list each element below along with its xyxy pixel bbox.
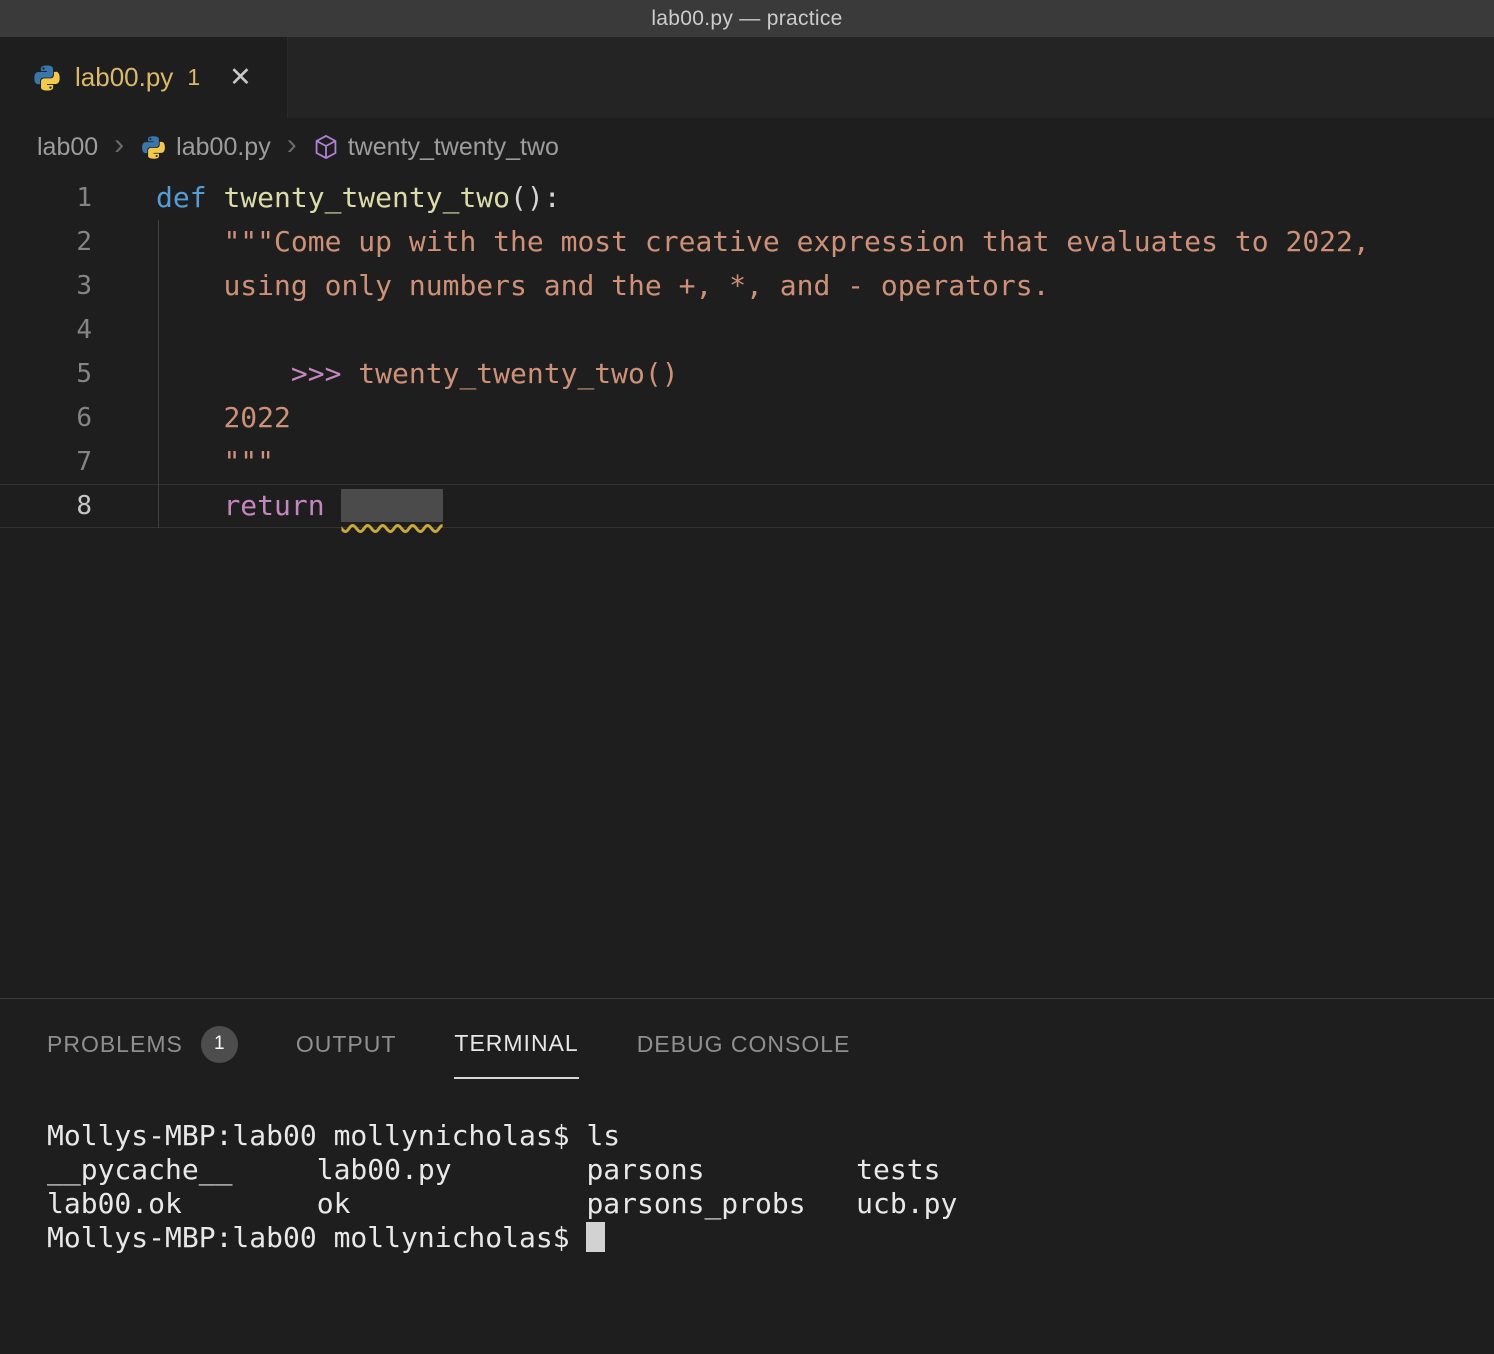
token-string: """Come up with the most creative expres…	[223, 225, 1369, 258]
editor-tab-lab00[interactable]: lab00.py 1 ✕	[0, 37, 288, 118]
line-number[interactable]: 7	[0, 440, 92, 484]
line-number[interactable]: 6	[0, 396, 92, 440]
token-string: using only numbers and the +, *, and - o…	[223, 269, 1049, 302]
line-number[interactable]: 1	[0, 176, 92, 220]
python-icon	[140, 134, 167, 161]
chevron-right-icon: ›	[287, 130, 297, 160]
tab-problem-count: 1	[187, 64, 200, 91]
terminal-label: TERMINAL	[454, 1030, 578, 1057]
breadcrumb-symbol[interactable]: twenty_twenty_two	[348, 133, 559, 162]
blank-placeholder: ______	[341, 489, 442, 522]
code-text: 2022	[156, 396, 291, 440]
code-line[interactable]: 1 def twenty_twenty_two():	[0, 176, 1494, 220]
token-punct: ():	[510, 181, 561, 214]
window-titlebar: lab00.py — practice	[0, 0, 1494, 37]
editor-lines: 1def twenty_twenty_two():2 """Come up wi…	[0, 176, 1494, 528]
code-line[interactable]: 8 return ______	[0, 484, 1494, 528]
line-number[interactable]: 8	[0, 485, 92, 527]
close-icon[interactable]: ✕	[229, 62, 252, 93]
problems-label: PROBLEMS	[47, 1031, 183, 1058]
code-line[interactable]: 4	[0, 308, 1494, 352]
tab-problems[interactable]: PROBLEMS 1	[47, 1009, 238, 1079]
output-label: OUTPUT	[296, 1031, 397, 1058]
code-line[interactable]: 2 """Come up with the most creative expr…	[0, 220, 1494, 264]
token-string: twenty_twenty_two()	[358, 357, 678, 390]
terminal-line: __pycache__ lab00.py parsons tests	[47, 1153, 1494, 1187]
code-text: >>> twenty_twenty_two()	[156, 352, 679, 396]
terminal[interactable]: Mollys-MBP:lab00 mollynicholas$ ls__pyca…	[0, 1089, 1494, 1255]
terminal-line: lab00.ok ok parsons_probs ucb.py	[47, 1187, 1494, 1221]
code-line[interactable]: 5 >>> twenty_twenty_two()	[0, 352, 1494, 396]
indent-guide	[158, 220, 159, 528]
problems-count-badge: 1	[201, 1026, 238, 1063]
code-text: def twenty_twenty_two():	[156, 176, 561, 220]
token-string: 2022	[223, 401, 290, 434]
line-number[interactable]: 5	[0, 352, 92, 396]
window-title: lab00.py — practice	[651, 7, 842, 31]
tab-output[interactable]: OUTPUT	[296, 1009, 397, 1079]
tab-filename: lab00.py	[75, 62, 173, 93]
token-function: twenty_twenty_two	[223, 181, 510, 214]
code-editor[interactable]: 1def twenty_twenty_two():2 """Come up wi…	[0, 176, 1494, 998]
token-control: return	[223, 489, 341, 522]
debug-console-label: DEBUG CONSOLE	[637, 1031, 851, 1058]
code-text: using only numbers and the +, *, and - o…	[156, 264, 1049, 308]
line-number[interactable]: 3	[0, 264, 92, 308]
token-string: """	[223, 445, 274, 478]
code-line[interactable]: 3 using only numbers and the +, *, and -…	[0, 264, 1494, 308]
terminal-line: Mollys-MBP:lab00 mollynicholas$	[47, 1221, 1494, 1255]
code-text: return ______	[156, 485, 443, 527]
tab-terminal[interactable]: TERMINAL	[454, 1009, 578, 1079]
code-line[interactable]: 7 """	[0, 440, 1494, 484]
code-text: """	[156, 440, 274, 484]
tab-debug-console[interactable]: DEBUG CONSOLE	[637, 1009, 851, 1079]
chevron-right-icon: ›	[114, 130, 124, 160]
python-icon	[32, 63, 62, 93]
token-keyword: def	[156, 181, 223, 214]
breadcrumb: lab00 › lab00.py › twenty_twenty_two	[0, 118, 1494, 176]
bottom-panel: PROBLEMS 1 OUTPUT TERMINAL DEBUG CONSOLE…	[0, 998, 1494, 1354]
code-line[interactable]: 6 2022	[0, 396, 1494, 440]
panel-tab-bar: PROBLEMS 1 OUTPUT TERMINAL DEBUG CONSOLE	[0, 999, 1494, 1089]
symbol-cube-icon	[313, 134, 339, 160]
breadcrumb-folder[interactable]: lab00	[37, 133, 98, 162]
terminal-line: Mollys-MBP:lab00 mollynicholas$ ls	[47, 1119, 1494, 1153]
token-repl: >>>	[291, 357, 358, 390]
line-number[interactable]: 4	[0, 308, 92, 352]
terminal-cursor	[586, 1222, 605, 1252]
code-text: """Come up with the most creative expres…	[156, 220, 1370, 264]
line-number[interactable]: 2	[0, 220, 92, 264]
breadcrumb-file[interactable]: lab00.py	[176, 133, 271, 162]
tab-bar: lab00.py 1 ✕	[0, 37, 1494, 118]
